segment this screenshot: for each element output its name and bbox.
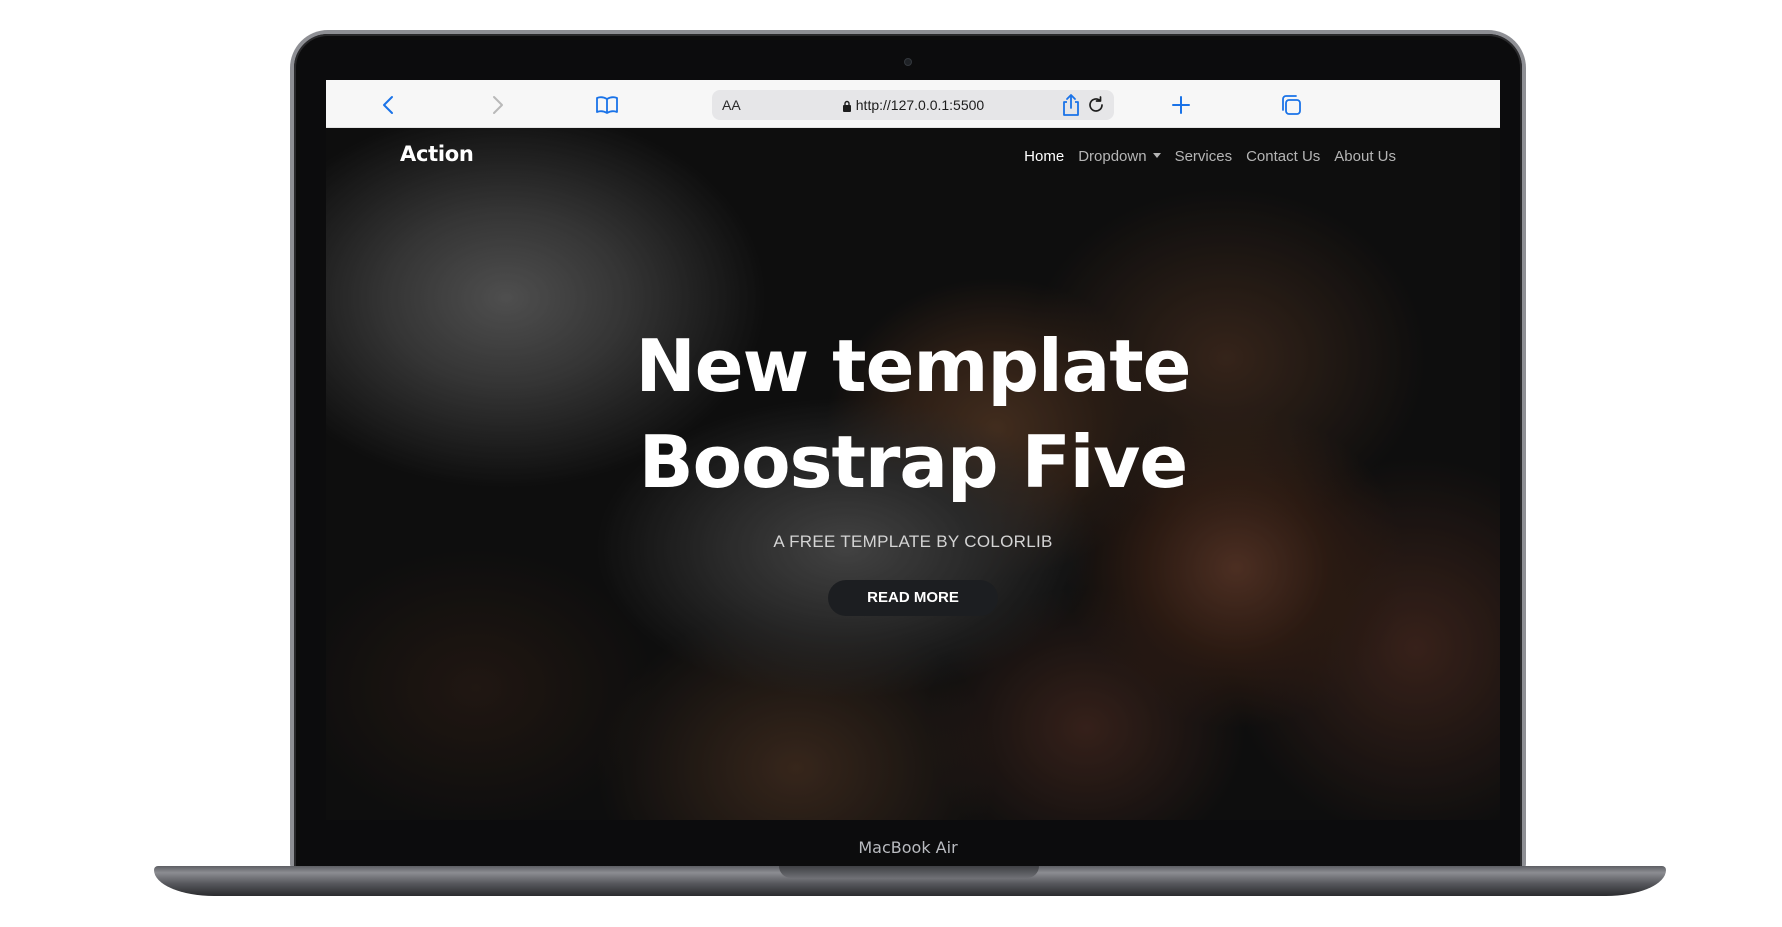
hero-section: New template Boostrap Five A FREE TEMPLA…	[326, 318, 1500, 616]
device-label: MacBook Air	[858, 838, 958, 857]
caret-down-icon	[1152, 153, 1161, 158]
hero-title-line-1: New template	[635, 324, 1192, 408]
nav-dropdown[interactable]: Dropdown	[1078, 148, 1161, 165]
nav-menu: Home Dropdown Services Contact Us About …	[1024, 148, 1396, 165]
camera-icon	[904, 58, 912, 66]
laptop-lid: AA http://127.0.0.1:5500 Action Home Dro…	[290, 30, 1526, 870]
laptop-notch	[779, 866, 1039, 878]
chevron-right-icon[interactable]	[484, 92, 510, 118]
nav-services[interactable]: Services	[1175, 148, 1233, 165]
nav-home[interactable]: Home	[1024, 148, 1064, 165]
nav-about[interactable]: About Us	[1334, 148, 1396, 165]
web-page: Action Home Dropdown Services Contact Us…	[326, 128, 1500, 820]
hero-title-line-2: Boostrap Five	[638, 420, 1188, 504]
site-navbar: Action Home Dropdown Services Contact Us…	[326, 128, 1500, 184]
url-text: http://127.0.0.1:5500	[855, 97, 985, 113]
book-icon[interactable]	[594, 92, 620, 118]
share-icon[interactable]	[1058, 92, 1084, 118]
chevron-left-icon[interactable]	[376, 92, 402, 118]
laptop-screen: AA http://127.0.0.1:5500 Action Home Dro…	[326, 80, 1500, 820]
hero-subtitle: A FREE TEMPLATE BY COLORLIB	[773, 532, 1053, 551]
site-brand[interactable]: Action	[400, 142, 474, 166]
nav-contact[interactable]: Contact Us	[1246, 148, 1320, 165]
browser-toolbar: AA http://127.0.0.1:5500	[326, 80, 1500, 128]
laptop-base	[154, 866, 1666, 896]
tabs-icon[interactable]	[1278, 92, 1304, 118]
read-more-button[interactable]: READ MORE	[828, 580, 998, 616]
reload-icon[interactable]	[1084, 93, 1108, 117]
address-bar[interactable]: AA http://127.0.0.1:5500	[712, 90, 1114, 120]
nav-dropdown-label: Dropdown	[1078, 148, 1147, 165]
lock-icon	[842, 99, 852, 115]
plus-icon[interactable]	[1168, 92, 1194, 118]
